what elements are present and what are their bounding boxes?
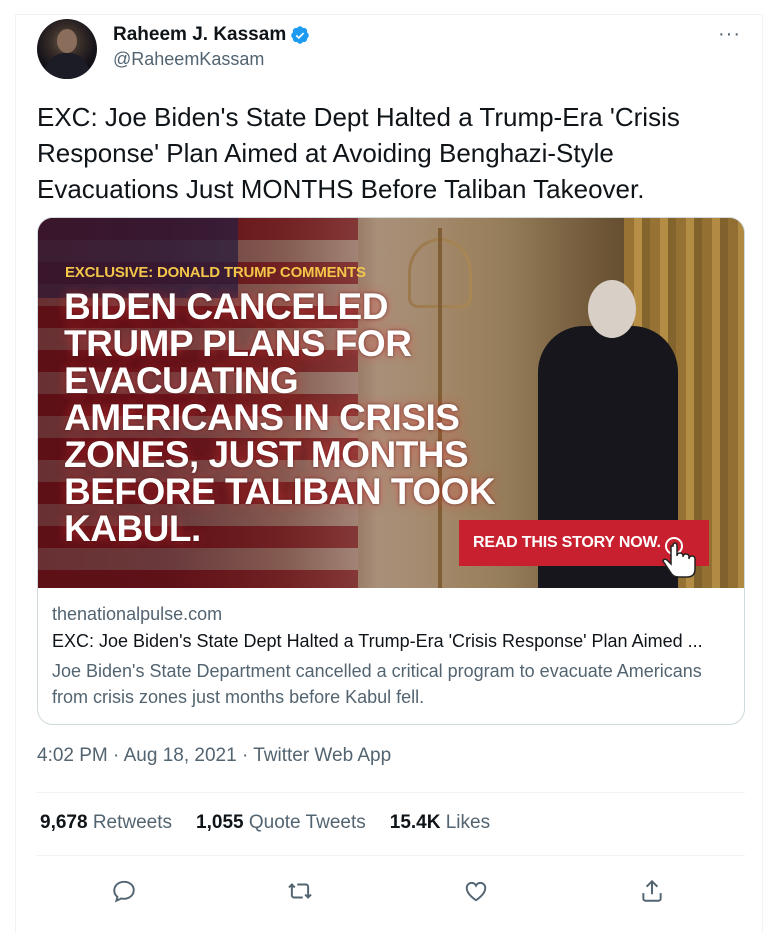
card-meta: thenationalpulse.com EXC: Joe Biden's St… [52,604,736,710]
timestamp-separator: · [113,745,124,766]
likes-stat[interactable]: 15.4K Likes [390,812,490,834]
card-image[interactable]: EXCLUSIVE: DONALD TRUMP COMMENTS BIDEN C… [38,218,744,588]
quote-tweets-label: Quote Tweets [248,812,366,833]
card-domain: thenationalpulse.com [52,604,223,624]
like-icon [465,881,487,902]
more-icon[interactable]: ··· [718,24,744,49]
tweet-date[interactable]: Aug 18, 2021 [124,745,237,766]
hand-pointer-icon [662,537,696,578]
card-title: EXC: Joe Biden's State Dept Halted a Tru… [52,631,703,651]
action-bar [16,873,764,917]
share-icon [642,879,662,902]
retweets-stat[interactable]: 9,678 Retweets [40,812,172,834]
card-description: Joe Biden's State Department cancelled a… [52,661,702,707]
author-name[interactable]: Raheem J. Kassam [113,24,286,46]
tweet-source-app[interactable]: Twitter Web App [253,745,391,766]
avatar[interactable] [37,19,97,79]
like-button[interactable] [458,873,494,909]
likes-label: Likes [445,812,491,833]
retweets-count: 9,678 [40,812,88,833]
divider [37,855,745,856]
tweet-text: EXC: Joe Biden's State Dept Halted a Tru… [37,102,680,204]
reply-button[interactable] [106,873,142,909]
verified-icon [291,26,309,44]
link-card[interactable]: EXCLUSIVE: DONALD TRUMP COMMENTS BIDEN C… [37,217,745,725]
author-handle[interactable]: @RaheemKassam [113,49,264,70]
card-image-headline: BIDEN CANCELED TRUMP PLANS FOR EVACUATIN… [64,286,496,549]
tweet-time[interactable]: 4:02 PM [37,745,108,766]
share-button[interactable] [634,873,670,909]
reply-icon [113,880,135,903]
author-row: Raheem J. Kassam [113,24,310,46]
tweet-timestamp: 4:02 PM · Aug 18, 2021 · Twitter Web App [37,745,391,767]
retweets-label: Retweets [92,812,173,833]
card-image-kicker: EXCLUSIVE: DONALD TRUMP COMMENTS [65,264,366,281]
retweet-button[interactable] [282,873,318,909]
quote-tweets-count: 1,055 [196,812,244,833]
tweet: Raheem J. Kassam @RaheemKassam ··· EXC: … [15,14,763,932]
retweet-icon [288,883,312,899]
timestamp-separator: · [241,745,254,766]
quote-tweets-stat[interactable]: 1,055 Quote Tweets [196,812,366,834]
divider [37,792,745,793]
engagement-stats: 9,678 Retweets 1,055 Quote Tweets 15.4K … [40,812,490,834]
likes-count: 15.4K [389,812,441,833]
